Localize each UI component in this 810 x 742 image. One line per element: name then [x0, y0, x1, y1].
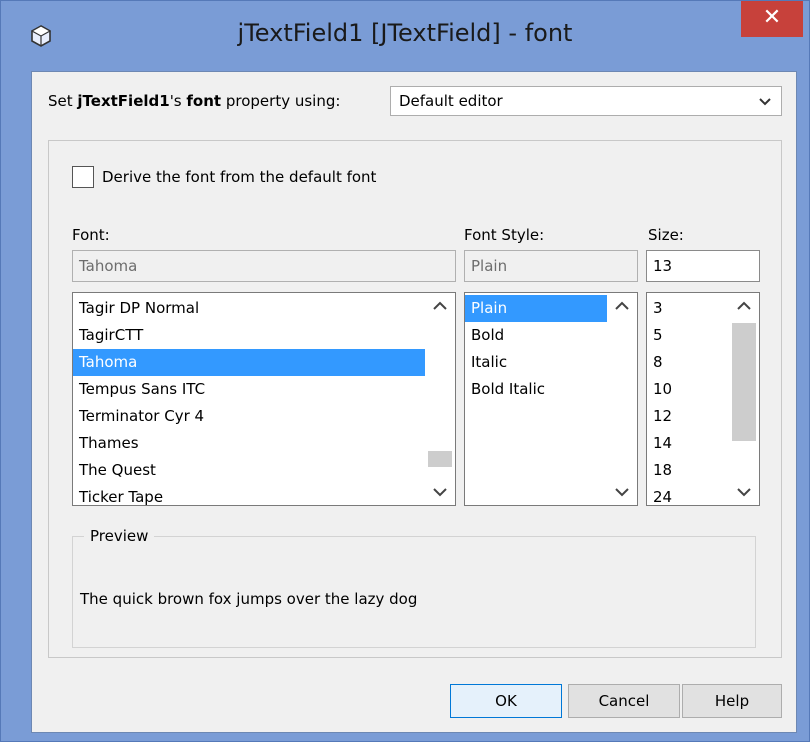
chevron-down-icon — [757, 93, 773, 113]
list-item-selected[interactable]: Tahoma — [73, 349, 425, 376]
font-list-scrollbar[interactable] — [425, 293, 455, 505]
help-button[interactable]: Help — [682, 684, 782, 718]
title-bar[interactable]: jTextField1 [JTextField] - font ✕ — [1, 1, 809, 71]
list-item[interactable]: 3 — [647, 295, 725, 322]
font-label: Font: — [72, 226, 110, 244]
font-name-field[interactable]: Tahoma — [72, 250, 456, 282]
font-style-value: Plain — [471, 257, 508, 275]
close-icon: ✕ — [762, 5, 782, 30]
prop-apostrophe: 's — [169, 92, 187, 110]
dialog-content: Set jTextField1's font property using: D… — [31, 71, 797, 733]
scroll-thumb[interactable] — [732, 323, 756, 441]
font-size-list[interactable]: 3 5 8 10 12 14 18 24 — [646, 292, 760, 506]
list-item[interactable]: 10 — [647, 376, 725, 403]
preview-text: The quick brown fox jumps over the lazy … — [80, 590, 418, 608]
preview-title: Preview — [84, 527, 155, 545]
editor-select-value: Default editor — [399, 92, 503, 110]
list-item[interactable]: 12 — [647, 403, 725, 430]
font-size-value: 13 — [653, 257, 673, 275]
prop-prefix: Set — [48, 92, 78, 110]
font-size-field[interactable]: 13 — [646, 250, 760, 282]
list-item[interactable]: Bold — [465, 322, 607, 349]
list-item[interactable]: Bold Italic — [465, 376, 607, 403]
list-item[interactable]: Ticker Tape — [73, 484, 425, 505]
size-label: Size: — [648, 226, 684, 244]
list-item-selected[interactable]: Plain — [465, 295, 607, 322]
list-item[interactable]: 14 — [647, 430, 725, 457]
style-list-scrollbar[interactable] — [607, 293, 637, 505]
editor-select[interactable]: Default editor — [390, 86, 782, 116]
property-editor-label: Set jTextField1's font property using: — [48, 92, 340, 110]
font-style-label: Font Style: — [464, 226, 545, 244]
list-item[interactable]: Italic — [465, 349, 607, 376]
chevron-down-icon[interactable] — [607, 479, 637, 505]
chevron-down-icon[interactable] — [729, 479, 759, 505]
list-item[interactable]: 5 — [647, 322, 725, 349]
list-item[interactable]: Tagir DP Normal — [73, 295, 425, 322]
list-item[interactable]: TagirCTT — [73, 322, 425, 349]
font-style-list[interactable]: Plain Bold Italic Bold Italic — [464, 292, 638, 506]
list-item[interactable]: 8 — [647, 349, 725, 376]
close-button[interactable]: ✕ — [741, 1, 803, 37]
list-item[interactable]: Terminator Cyr 4 — [73, 403, 425, 430]
chevron-up-icon[interactable] — [425, 293, 455, 319]
cancel-button[interactable]: Cancel — [568, 684, 680, 718]
font-name-value: Tahoma — [79, 257, 138, 275]
dialog-window: jTextField1 [JTextField] - font ✕ Set jT… — [0, 0, 810, 742]
list-item[interactable]: Tempus Sans ITC — [73, 376, 425, 403]
list-item[interactable]: 18 — [647, 457, 725, 484]
scroll-thumb[interactable] — [428, 451, 452, 467]
prop-suffix: property using: — [221, 92, 341, 110]
font-style-field[interactable]: Plain — [464, 250, 638, 282]
chevron-up-icon[interactable] — [607, 293, 637, 319]
font-list[interactable]: Tagir DP Normal TagirCTT Tahoma Tempus S… — [72, 292, 456, 506]
derive-font-checkbox[interactable] — [72, 166, 94, 188]
chevron-down-icon[interactable] — [425, 479, 455, 505]
ok-button[interactable]: OK — [450, 684, 562, 718]
list-item[interactable]: Thames — [73, 430, 425, 457]
list-item[interactable]: 24 — [647, 484, 725, 505]
chevron-up-icon[interactable] — [729, 293, 759, 319]
size-list-scrollbar[interactable] — [729, 293, 759, 505]
list-item[interactable]: The Quest — [73, 457, 425, 484]
component-name: jTextField1 — [77, 92, 170, 110]
window-title: jTextField1 [JTextField] - font — [237, 19, 573, 47]
property-name: font — [186, 92, 222, 110]
derive-font-label: Derive the font from the default font — [102, 168, 377, 186]
